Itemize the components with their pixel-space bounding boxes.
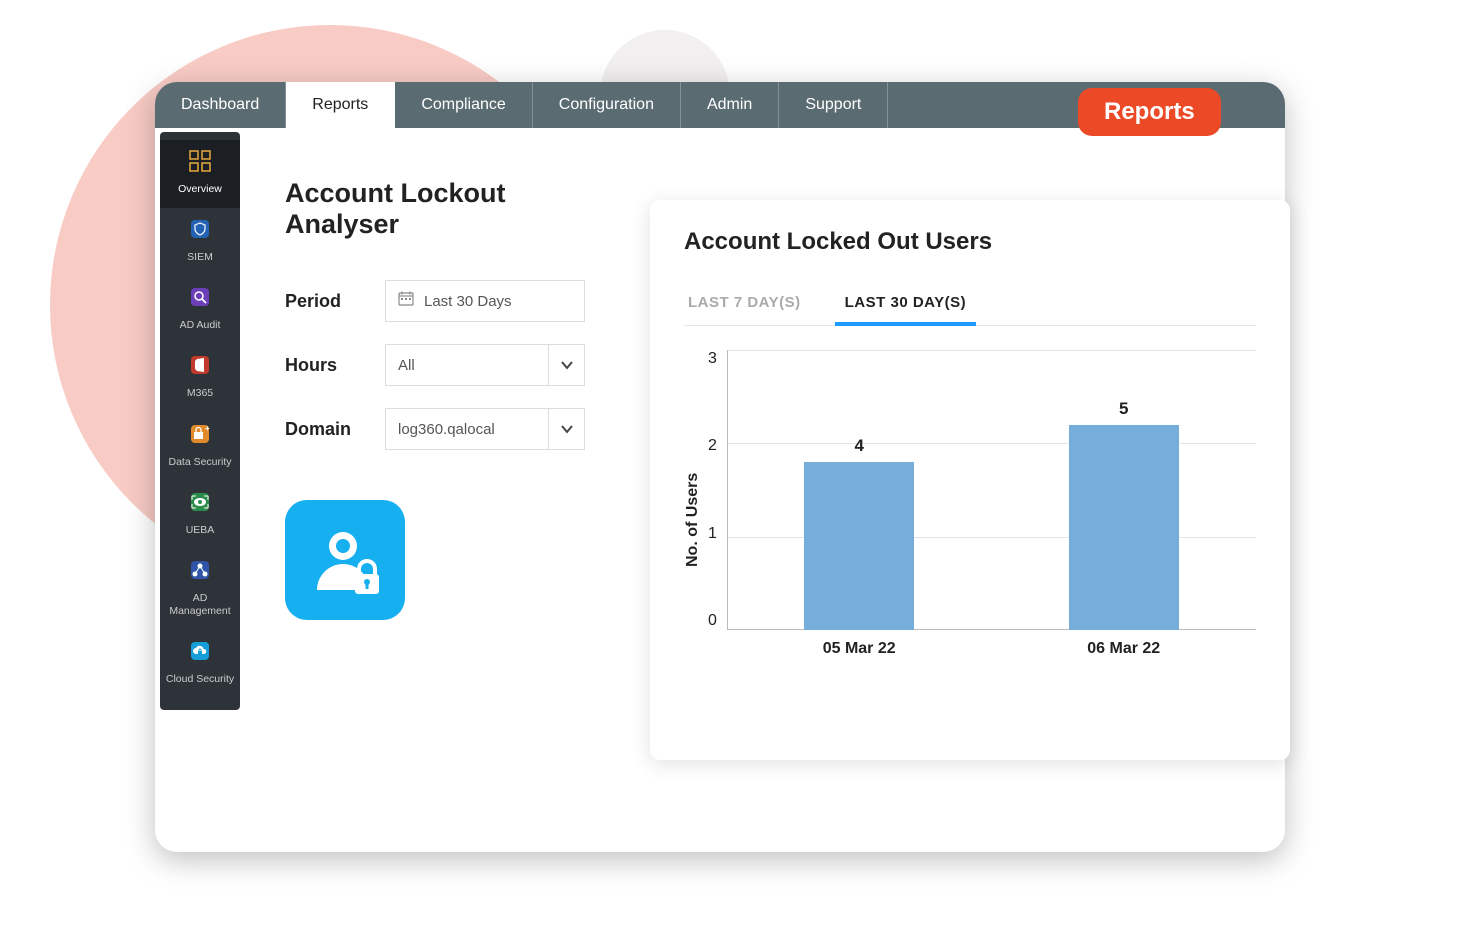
sidebar-item-label: M365 (187, 387, 213, 400)
sidebar-item-data-security[interactable]: + Data Security (160, 413, 240, 481)
sidebar-item-siem[interactable]: SIEM (160, 208, 240, 276)
hours-label: Hours (285, 355, 385, 376)
chart-card: Account Locked Out Users LAST 7 DAY(S) L… (650, 200, 1290, 760)
chevron-down-icon (548, 345, 584, 385)
hours-value: All (398, 357, 415, 374)
sidebar-item-label: AD Audit (180, 319, 221, 332)
sidebar-item-m365[interactable]: M365 (160, 344, 240, 412)
reports-badge: Reports (1078, 88, 1221, 136)
chart-range-tabs: LAST 7 DAY(S) LAST 30 DAY(S) (684, 284, 1256, 326)
tab-dashboard[interactable]: Dashboard (155, 82, 286, 128)
sidebar-item-label: Cloud Security (166, 673, 234, 686)
sidebar-item-label: UEBA (186, 524, 215, 537)
overview-icon (189, 150, 211, 177)
domain-label: Domain (285, 419, 385, 440)
sidebar-item-label: Overview (178, 183, 222, 196)
period-field[interactable]: Last 30 Days (385, 280, 585, 322)
bar-value-label: 5 (1119, 399, 1128, 419)
chevron-down-icon (548, 409, 584, 449)
period-label: Period (285, 291, 385, 312)
office-icon (189, 354, 211, 381)
bar-col-0: 4 (804, 436, 914, 630)
calendar-icon (398, 291, 414, 311)
lock-folder-icon: + (189, 423, 211, 450)
sidebar: Overview SIEM AD Audit M365 + Data Secur… (160, 132, 240, 710)
sidebar-item-ad-audit[interactable]: AD Audit (160, 276, 240, 344)
bar-1[interactable] (1069, 425, 1179, 630)
chart-area: No. of Users 3 2 1 0 4 (684, 350, 1256, 690)
x-axis-ticks: 05 Mar 22 06 Mar 22 (727, 640, 1256, 658)
sidebar-item-ad-management[interactable]: AD Management (160, 549, 240, 630)
bar-value-label: 4 (854, 436, 863, 456)
eye-icon (189, 491, 211, 518)
chart-title: Account Locked Out Users (684, 228, 1256, 256)
sidebar-item-label: AD Management (164, 592, 236, 618)
tab-compliance[interactable]: Compliance (395, 82, 532, 128)
cloud-lock-icon (189, 640, 211, 667)
chart-ylabel: No. of Users (684, 350, 702, 690)
domain-select[interactable]: log360.qalocal (385, 408, 585, 450)
magnify-icon (189, 286, 211, 313)
nodes-icon (189, 559, 211, 586)
tab-configuration[interactable]: Configuration (533, 82, 681, 128)
account-lockout-icon (285, 500, 405, 620)
tab-admin[interactable]: Admin (681, 82, 779, 128)
sidebar-item-label: Data Security (168, 456, 231, 469)
shield-icon (189, 218, 211, 245)
tab-reports[interactable]: Reports (286, 82, 395, 128)
chart-bars: 4 5 (727, 350, 1256, 630)
period-value: Last 30 Days (424, 293, 512, 310)
bar-0[interactable] (804, 462, 914, 630)
svg-text:+: + (205, 424, 210, 433)
y-axis-ticks: 3 2 1 0 (708, 350, 727, 630)
page-title: Account Lockout Analyser (285, 178, 615, 240)
sidebar-item-cloud-security[interactable]: Cloud Security (160, 630, 240, 698)
hours-select[interactable]: All (385, 344, 585, 386)
tab-support[interactable]: Support (779, 82, 888, 128)
sidebar-item-label: SIEM (187, 251, 213, 264)
sidebar-item-ueba[interactable]: UEBA (160, 481, 240, 549)
chart-tab-30days[interactable]: LAST 30 DAY(S) (841, 284, 970, 325)
chart-tab-7days[interactable]: LAST 7 DAY(S) (684, 284, 805, 325)
domain-value: log360.qalocal (398, 421, 495, 438)
bar-col-1: 5 (1069, 399, 1179, 630)
sidebar-item-overview[interactable]: Overview (160, 140, 240, 208)
